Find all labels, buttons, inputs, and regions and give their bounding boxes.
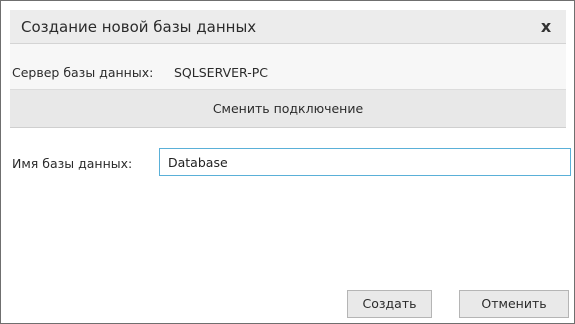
close-icon[interactable]: x bbox=[534, 15, 558, 39]
cancel-button[interactable]: Отменить bbox=[459, 290, 569, 318]
database-name-label: Имя базы данных: bbox=[12, 156, 133, 171]
create-button[interactable]: Создать bbox=[347, 290, 432, 318]
create-database-dialog: Создание новой базы данных x Сервер базы… bbox=[0, 0, 575, 324]
server-value: SQLSERVER-PC bbox=[174, 65, 268, 80]
change-connection-button[interactable]: Сменить подключение bbox=[10, 90, 566, 128]
server-info-row: Сервер базы данных: SQLSERVER-PC bbox=[10, 44, 566, 90]
dialog-content: Сервер базы данных: SQLSERVER-PC Сменить… bbox=[10, 44, 571, 318]
server-label: Сервер базы данных: bbox=[12, 65, 154, 80]
database-name-input[interactable] bbox=[159, 148, 571, 176]
dialog-title: Создание новой базы данных bbox=[21, 18, 257, 36]
dialog-titlebar: Создание новой базы данных x bbox=[10, 10, 566, 44]
